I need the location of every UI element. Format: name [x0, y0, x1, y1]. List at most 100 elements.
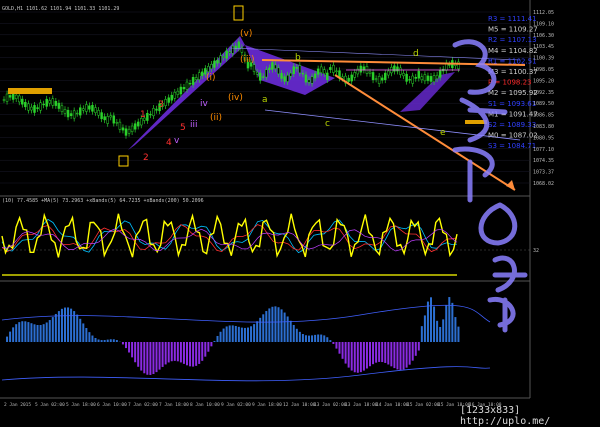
candle-body: [30, 107, 32, 110]
candle-body: [259, 73, 261, 80]
histogram-bar: [104, 340, 106, 342]
candle-body: [82, 109, 84, 111]
histogram-bar: [271, 307, 273, 342]
histogram-bar: [339, 342, 341, 354]
candle-body: [418, 71, 420, 78]
candle-body: [110, 116, 112, 117]
candle-body: [223, 57, 225, 58]
histogram-bar: [79, 319, 81, 342]
price-tick-label: 1095.20: [533, 78, 554, 84]
candle-body: [409, 79, 411, 80]
price-tick-label: 1100.39: [533, 56, 554, 62]
candle-body: [15, 95, 17, 99]
trading-chart[interactable]: 12345(i)(ii)(iii)(iv)(v)abcdeiiiivv R3 =…: [0, 0, 600, 424]
candle-body: [293, 67, 295, 74]
histogram-bar: [24, 321, 26, 342]
histogram-bar: [274, 306, 276, 342]
histogram-bar: [34, 324, 36, 342]
wave-label: v: [174, 136, 180, 146]
candle-body: [262, 77, 264, 78]
time-tick-label: 14 Jan 10:00: [376, 402, 409, 408]
candle-body: [302, 73, 304, 74]
histogram-bar: [345, 342, 347, 364]
histogram-bar: [393, 342, 395, 368]
price-tick-label: 1098.05: [533, 67, 554, 73]
histogram-bar: [125, 342, 127, 348]
histogram-bar: [207, 342, 209, 352]
pivot-level-label: S3 = 1084.71: [488, 142, 536, 150]
time-tick-label: 13 Jan 18:00: [345, 402, 378, 408]
price-tick-label: 1109.10: [533, 21, 554, 27]
pivot-level-label: M5 = 1109.27: [488, 26, 538, 34]
histogram-bar: [110, 339, 112, 342]
histogram-bar: [171, 342, 173, 361]
candle-body: [67, 110, 69, 117]
histogram-bar: [64, 308, 66, 342]
histogram-bar: [320, 335, 322, 342]
histogram-bar: [424, 315, 426, 342]
histogram-bar: [265, 311, 267, 342]
pivot-level-label: S1 = 1093.61: [488, 100, 536, 108]
candle-body: [253, 65, 255, 72]
pivot-level-label: M0 = 1087.02: [488, 132, 538, 140]
candle-body: [34, 105, 36, 112]
price-tick-label: 1092.35: [533, 90, 554, 96]
price-tick-label: 1077.10: [533, 147, 554, 153]
histogram-bar: [250, 326, 252, 342]
histogram-bar: [332, 342, 334, 344]
histogram-bar: [262, 314, 264, 342]
histogram-bar: [201, 342, 203, 361]
candle-body: [37, 108, 39, 109]
candle-body: [122, 128, 124, 130]
histogram-bar: [287, 316, 289, 342]
histogram-bar: [101, 340, 103, 342]
candle-body: [43, 104, 45, 105]
histogram-bar: [149, 342, 151, 375]
candle-body: [58, 103, 60, 108]
histogram-bar: [448, 297, 450, 342]
histogram-bar: [61, 309, 63, 342]
candle-body: [125, 129, 127, 136]
candle-body: [168, 98, 170, 103]
time-tick-label: 8 Jan 10:00: [190, 402, 220, 408]
candle-body: [372, 72, 374, 79]
histogram-bar: [162, 342, 164, 367]
candle-body: [360, 66, 362, 72]
histogram-bar: [241, 328, 243, 342]
histogram-bar: [259, 318, 261, 342]
candle-body: [9, 95, 11, 97]
candle-body: [217, 60, 219, 63]
histogram-bar: [293, 325, 295, 342]
histogram-bar: [107, 340, 109, 342]
histogram-bar: [436, 321, 438, 342]
histogram-bar: [43, 324, 45, 342]
candle-body: [198, 73, 200, 80]
histogram-bar: [174, 342, 176, 361]
histogram-bar: [52, 317, 54, 342]
candle-body: [256, 72, 258, 74]
pivot-level-label: R2 = 1107.13: [488, 36, 537, 44]
pivot-level-label: R1 = 1102.51: [488, 57, 537, 65]
symbol-header: GOLD,H1 1101.62 1101.94 1101.33 1101.29: [2, 6, 119, 12]
histogram-bar: [12, 327, 14, 342]
histogram-bar: [67, 307, 69, 342]
histogram-bar: [415, 342, 417, 356]
histogram-bar: [220, 332, 222, 342]
candle-body: [308, 80, 310, 83]
wave-label: (iv): [228, 93, 243, 103]
candle-body: [91, 105, 93, 111]
wave-label: 5: [180, 123, 186, 133]
candle-body: [430, 76, 432, 81]
candle-body: [326, 73, 328, 80]
histogram-bar: [189, 342, 191, 366]
candle-body: [369, 72, 371, 74]
price-tick-label: 1106.30: [533, 33, 554, 39]
histogram-bar: [387, 342, 389, 364]
time-tick-label: 12 Jan 10:00: [283, 402, 316, 408]
histogram-bar: [37, 325, 39, 342]
histogram-bar: [326, 337, 328, 342]
histogram-bar: [168, 342, 170, 362]
histogram-bar: [454, 317, 456, 342]
candle-body: [85, 104, 87, 111]
histogram-bar: [406, 342, 408, 368]
